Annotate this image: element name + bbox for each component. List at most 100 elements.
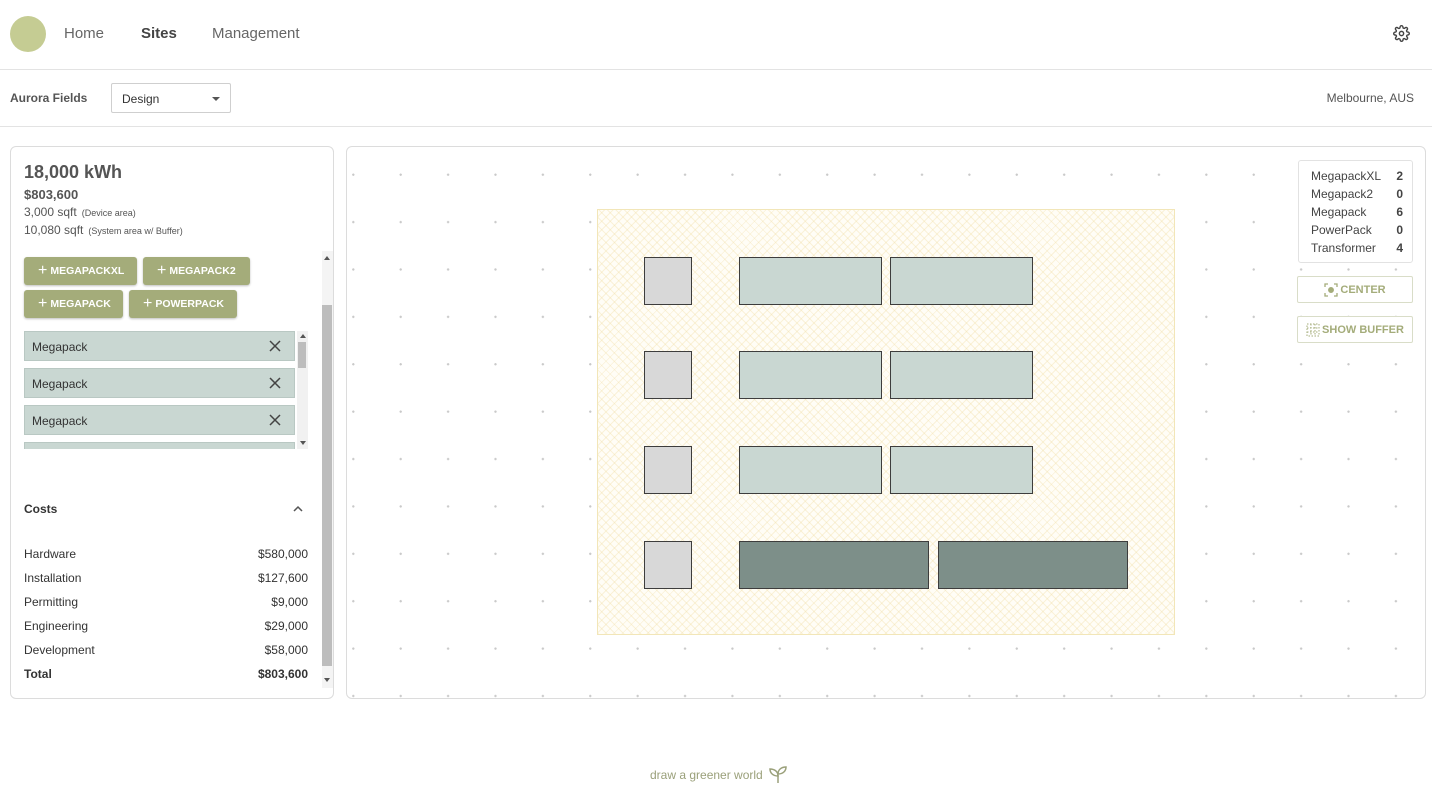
- legend-name: Megapack: [1311, 205, 1367, 219]
- footer-tagline: draw a greener world: [650, 768, 763, 782]
- plus-icon: +: [157, 262, 167, 279]
- legend-name: PowerPack: [1311, 223, 1372, 237]
- chevron-up-icon[interactable]: [292, 504, 304, 514]
- add-megapackxl-label: MEGAPACKXL: [50, 265, 125, 277]
- scroll-up-icon[interactable]: [324, 256, 330, 260]
- costs-title: Costs: [24, 502, 58, 516]
- legend-count: 6: [1396, 205, 1403, 219]
- cost-total-amount: $803,600: [257, 667, 308, 681]
- scroll-down-icon[interactable]: [300, 441, 306, 445]
- plus-icon: +: [143, 295, 153, 312]
- legend-count: 0: [1396, 187, 1403, 201]
- system-area-note: (System area w/ Buffer): [88, 226, 183, 236]
- nav-home[interactable]: Home: [64, 25, 104, 42]
- cost-amount: $9,000: [271, 595, 308, 609]
- transformer-block[interactable]: [644, 446, 692, 494]
- cost-amount: $580,000: [257, 547, 308, 561]
- buffer-grid-icon: [1306, 323, 1320, 336]
- megapack-block[interactable]: [739, 351, 882, 399]
- legend-count: 4: [1396, 241, 1403, 255]
- cost-name: Installation: [24, 571, 82, 585]
- scroll-down-icon[interactable]: [324, 678, 330, 682]
- sprout-icon: [768, 766, 787, 783]
- top-nav: Home Sites Management: [0, 0, 1432, 70]
- cost-amount: $58,000: [264, 643, 308, 657]
- add-megapackxl-button[interactable]: + MEGAPACKXL: [24, 257, 137, 285]
- cost-name: Engineering: [24, 619, 89, 633]
- center-button-label: CENTER: [1340, 283, 1386, 296]
- add-powerpack-button[interactable]: + POWERPACK: [129, 290, 237, 318]
- close-icon[interactable]: [268, 376, 282, 390]
- add-megapack-label: MEGAPACK: [50, 298, 111, 310]
- device-label: Megapack: [32, 414, 88, 428]
- device-list-scrollbar-thumb[interactable]: [298, 342, 306, 368]
- megapackxl-block[interactable]: [739, 541, 929, 589]
- cost-name: Development: [24, 643, 95, 657]
- footer: draw a greener world: [650, 766, 788, 784]
- close-icon[interactable]: [268, 339, 282, 353]
- scroll-up-icon[interactable]: [300, 334, 306, 338]
- add-powerpack-label: POWERPACK: [155, 298, 224, 310]
- close-icon[interactable]: [268, 413, 282, 427]
- site-header: Aurora Fields Design Melbourne, AUS: [0, 71, 1432, 127]
- device-area-value: 3,000 sqft: [24, 205, 77, 219]
- device-area-note: (Device area): [81, 208, 136, 218]
- list-item[interactable]: [24, 442, 295, 449]
- show-buffer-button[interactable]: SHOW BUFFER: [1297, 316, 1413, 343]
- center-focus-icon: [1324, 282, 1339, 297]
- add-megapack2-label: MEGAPACK2: [169, 265, 236, 277]
- device-label: Megapack: [32, 340, 88, 354]
- plus-icon: +: [38, 295, 48, 312]
- site-name: Aurora Fields: [10, 91, 88, 105]
- mode-select[interactable]: Design: [111, 83, 231, 113]
- legend-count: 2: [1396, 169, 1403, 183]
- nav-management[interactable]: Management: [212, 25, 300, 42]
- show-buffer-button-label: SHOW BUFFER: [1322, 323, 1404, 336]
- transformer-block[interactable]: [644, 351, 692, 399]
- energy-total: 18,000 kWh: [24, 162, 123, 182]
- legend-row-megapack: Megapack 6: [1311, 205, 1403, 219]
- cost-name: Hardware: [24, 547, 77, 561]
- plus-icon: +: [38, 262, 48, 279]
- megapack-block[interactable]: [739, 446, 882, 494]
- transformer-block[interactable]: [644, 541, 692, 589]
- panel-scrollbar-thumb[interactable]: [322, 305, 332, 666]
- nav-sites[interactable]: Sites: [141, 25, 177, 42]
- list-item[interactable]: Megapack: [24, 368, 295, 398]
- device-area: 3,000 sqft (Device area): [24, 205, 136, 219]
- megapack-block[interactable]: [890, 351, 1033, 399]
- add-megapack2-button[interactable]: + MEGAPACK2: [143, 257, 250, 285]
- megapack-block[interactable]: [739, 257, 882, 305]
- system-area-value: 10,080 sqft: [24, 223, 84, 237]
- legend-name: MegapackXL: [1311, 169, 1382, 183]
- cost-total: $803,600: [24, 187, 79, 202]
- list-item[interactable]: Megapack: [24, 405, 295, 435]
- logo[interactable]: [10, 16, 46, 52]
- design-canvas[interactable]: MegapackXL 2 Megapack2 0 Megapack 6 Powe…: [346, 146, 1426, 699]
- site-location: Melbourne, AUS: [1326, 91, 1414, 105]
- gear-icon[interactable]: [1393, 25, 1410, 42]
- mode-select-value: Design: [122, 92, 160, 106]
- legend-row-megapackxl: MegapackXL 2: [1311, 169, 1403, 183]
- caret-down-icon: [212, 97, 220, 101]
- legend-row-powerpack: PowerPack 0: [1311, 223, 1403, 237]
- megapackxl-block[interactable]: [938, 541, 1128, 589]
- system-area: 10,080 sqft (System area w/ Buffer): [24, 223, 183, 237]
- legend-row-transformer: Transformer 4: [1311, 241, 1403, 255]
- cost-amount: $127,600: [257, 571, 308, 585]
- cost-amount: $29,000: [264, 619, 308, 633]
- add-megapack-button[interactable]: + MEGAPACK: [24, 290, 123, 318]
- megapack-block[interactable]: [890, 446, 1033, 494]
- transformer-block[interactable]: [644, 257, 692, 305]
- center-button[interactable]: CENTER: [1297, 276, 1413, 303]
- megapack-block[interactable]: [890, 257, 1033, 305]
- legend-name: Transformer: [1311, 241, 1376, 255]
- cost-total-label: Total: [24, 667, 52, 681]
- legend-row-megapack2: Megapack2 0: [1311, 187, 1403, 201]
- summary-panel: 18,000 kWh $803,600 3,000 sqft (Device ar…: [10, 146, 334, 699]
- list-item[interactable]: Megapack: [24, 331, 295, 361]
- device-list: Megapack Megapack Megapack: [24, 331, 308, 449]
- device-count-legend: MegapackXL 2 Megapack2 0 Megapack 6 Powe…: [1298, 160, 1413, 263]
- legend-name: Megapack2: [1311, 187, 1374, 201]
- cost-name: Permitting: [24, 595, 79, 609]
